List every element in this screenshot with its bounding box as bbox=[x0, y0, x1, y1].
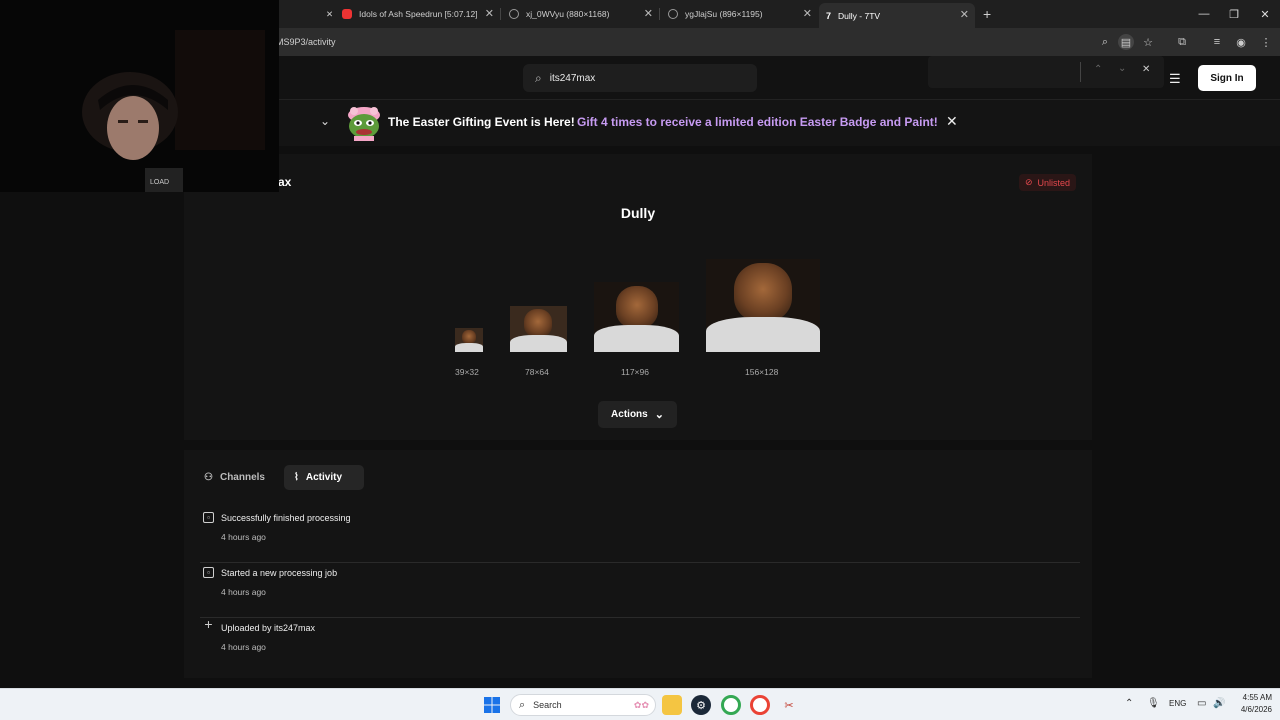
banner-subtitle[interactable]: Gift 4 times to receive a limited editio… bbox=[577, 115, 938, 129]
globe-icon bbox=[668, 9, 678, 19]
network-icon[interactable]: ▭ bbox=[1197, 698, 1206, 709]
close-window-button[interactable]: ✕ bbox=[1250, 0, 1280, 28]
svg-text:LOAD: LOAD bbox=[150, 179, 169, 186]
processing-icon: ▫ bbox=[203, 567, 214, 578]
chrome-profile-icon[interactable] bbox=[750, 695, 770, 715]
profile-icon[interactable]: ◉ bbox=[1233, 34, 1249, 50]
search-icon: ⌕ bbox=[519, 698, 526, 711]
minimize-button[interactable]: — bbox=[1189, 0, 1219, 28]
reader-icon[interactable]: ▤ bbox=[1118, 34, 1134, 50]
tab-channels[interactable]: ⚇ Channels bbox=[198, 465, 265, 490]
find-next-button[interactable]: ⌄ bbox=[1118, 63, 1126, 74]
sign-in-button[interactable]: Sign In bbox=[1198, 65, 1256, 91]
chevron-down-icon[interactable]: ⌄ bbox=[320, 114, 330, 128]
activity-chart-icon: ⌇ bbox=[294, 472, 299, 483]
pepe-emote-icon bbox=[346, 105, 382, 141]
search-input[interactable]: ⌕ its247max bbox=[523, 64, 757, 92]
language-indicator[interactable]: ENG bbox=[1169, 699, 1186, 708]
unlisted-badge: ⊘ Unlisted bbox=[1019, 174, 1077, 191]
7tv-icon: 7 bbox=[826, 10, 832, 21]
microphone-icon[interactable]: 🎙 bbox=[1147, 698, 1160, 709]
steam-icon[interactable]: ⚙ bbox=[691, 695, 711, 715]
activity-item: + Uploaded by its247max 4 hours ago bbox=[204, 615, 316, 653]
search-highlight-icon: ✿✿ bbox=[633, 699, 649, 710]
snipping-tool-icon[interactable]: ✂ bbox=[779, 695, 799, 715]
close-tab-icon[interactable]: ✕ bbox=[326, 4, 333, 24]
windows-taskbar: ⌕ Search ✿✿ ⚙ ✂ ⌃ 🎙 ENG ▭ 🔊 4:55 AM 4/6/… bbox=[0, 688, 1280, 720]
search-icon: ⌕ bbox=[535, 70, 542, 85]
chevron-down-icon: ⌄ bbox=[654, 409, 664, 421]
processing-icon: ▫ bbox=[203, 512, 214, 523]
taskbar-search[interactable]: ⌕ Search ✿✿ bbox=[510, 694, 656, 716]
users-icon: ⚇ bbox=[204, 472, 213, 483]
actions-button[interactable]: Actions ⌄ bbox=[598, 401, 677, 428]
activity-item: ▫ Successfully finished processing 4 hou… bbox=[200, 509, 1080, 563]
webcam-overlay: LOAD bbox=[0, 0, 279, 192]
file-explorer-icon[interactable] bbox=[662, 695, 682, 715]
close-banner-icon[interactable]: ✕ bbox=[946, 113, 958, 130]
windows-start-icon[interactable] bbox=[482, 695, 502, 715]
close-tab-icon[interactable]: ✕ bbox=[485, 7, 494, 20]
tab-image-2[interactable]: ygJlajSu (896×1195) ✕ bbox=[662, 4, 818, 24]
chrome-icon[interactable] bbox=[721, 695, 741, 715]
size-label-3x: 117×96 bbox=[621, 367, 649, 377]
chevron-up-icon[interactable]: ⌃ bbox=[1125, 698, 1133, 709]
eye-off-icon: ⊘ bbox=[1025, 177, 1033, 187]
size-label-2x: 78×64 bbox=[525, 367, 549, 377]
hamburger-menu-icon[interactable]: ☰ bbox=[1169, 71, 1181, 87]
find-close-button[interactable]: ✕ bbox=[1142, 64, 1150, 75]
owner-name[interactable]: ax bbox=[278, 175, 291, 189]
emote-preview-4x[interactable] bbox=[706, 259, 820, 352]
close-tab-icon[interactable]: ✕ bbox=[960, 8, 969, 21]
menu-kebab-icon[interactable]: ⋮ bbox=[1258, 34, 1274, 50]
close-tab-icon[interactable]: ✕ bbox=[803, 7, 812, 20]
new-tab-button[interactable]: + bbox=[983, 4, 991, 24]
emote-preview-1x[interactable] bbox=[455, 328, 483, 352]
tab-activity[interactable]: ⌇ Activity bbox=[284, 465, 364, 490]
youtube-icon bbox=[342, 9, 352, 19]
bookmark-star-icon[interactable]: ☆ bbox=[1140, 34, 1156, 50]
size-label-4x: 156×128 bbox=[745, 367, 779, 377]
restore-button[interactable]: ❐ bbox=[1219, 0, 1249, 28]
banner-title: The Easter Gifting Event is Here! bbox=[388, 115, 575, 129]
close-tab-icon[interactable]: ✕ bbox=[644, 7, 653, 20]
url-field[interactable]: VMS9P3/activity bbox=[270, 32, 1102, 52]
emote-preview-2x[interactable] bbox=[510, 306, 567, 352]
zoom-icon[interactable]: ⌕ bbox=[1097, 34, 1113, 50]
media-icon[interactable]: ≡ bbox=[1209, 34, 1225, 50]
emote-preview-3x[interactable] bbox=[594, 282, 679, 352]
tab-youtube[interactable]: Idols of Ash Speedrun [5:07.12] ✕ bbox=[342, 4, 500, 24]
clock-time[interactable]: 4:55 AM bbox=[1232, 693, 1272, 702]
tab-dully-7tv[interactable]: 7 Dully - 7TV ✕ bbox=[819, 3, 975, 28]
emote-card: ax ⊘ Unlisted Dully 39×32 78×64 117×96 1… bbox=[184, 154, 1092, 440]
tab-image-1[interactable]: xj_0WVyu (880×1168) ✕ bbox=[503, 4, 659, 24]
size-label-1x: 39×32 bbox=[455, 367, 479, 377]
activity-item: ▫ Started a new processing job 4 hours a… bbox=[200, 564, 1080, 618]
find-prev-button[interactable]: ⌃ bbox=[1094, 64, 1102, 75]
volume-icon[interactable]: 🔊 bbox=[1213, 698, 1225, 709]
emote-title: Dully bbox=[620, 205, 656, 221]
find-bar: ⌃ ⌄ ✕ bbox=[928, 56, 1164, 88]
clock-date[interactable]: 4/6/2026 bbox=[1226, 705, 1272, 714]
extensions-icon[interactable]: ⧉ bbox=[1174, 34, 1190, 50]
plus-icon: + bbox=[204, 615, 213, 632]
globe-icon bbox=[509, 9, 519, 19]
